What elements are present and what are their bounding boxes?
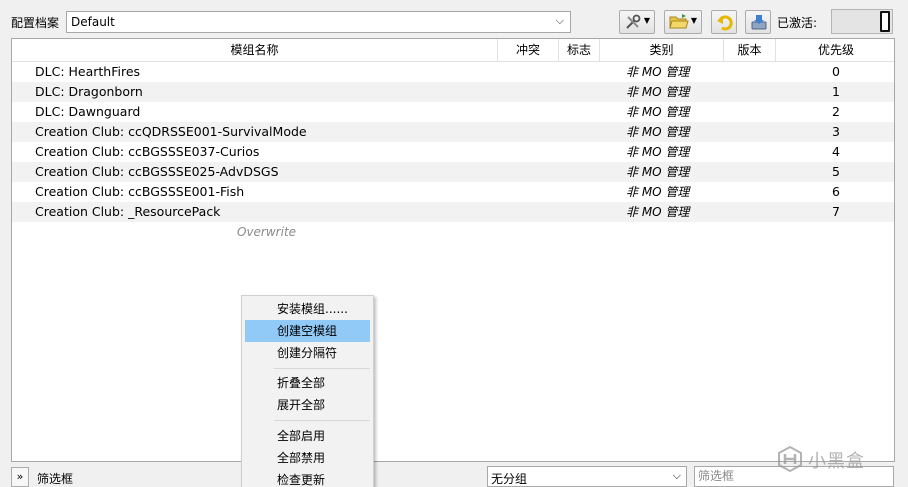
mod-name: Creation Club: _ResourcePack	[35, 204, 221, 219]
menu-item-check-updates[interactable]: 检查更新	[245, 469, 370, 487]
mod-priority: 7	[832, 204, 840, 219]
download-icon	[750, 13, 768, 36]
top-toolbar: 配置档案 Default ⌵ ▼ ▼ 已激活:	[0, 0, 908, 40]
group-select[interactable]: 无分组 ⌵	[487, 466, 687, 487]
download-button[interactable]	[745, 10, 771, 34]
mod-category: 非 MO 管理	[626, 125, 690, 139]
mod-priority: 4	[832, 144, 840, 159]
column-header-name[interactable]: 模组名称	[12, 39, 498, 62]
mod-list-header: 模组名称 冲突 标志 类别 版本 优先级	[12, 39, 894, 62]
menu-item-install-mod[interactable]: 安装模组......	[245, 298, 370, 320]
mod-name: DLC: HearthFires	[35, 64, 141, 79]
undo-icon	[716, 13, 734, 36]
undo-button[interactable]	[711, 10, 737, 34]
context-menu: 安装模组...... 创建空模组 创建分隔符 折叠全部 展开全部 全部启用 全部…	[241, 295, 374, 487]
mod-priority: 3	[832, 124, 840, 139]
tools-button[interactable]: ▼	[619, 10, 655, 34]
mod-row[interactable]: DLC: Dragonborn 非 MO 管理 1	[12, 82, 894, 102]
mod-category: 非 MO 管理	[626, 205, 690, 219]
profile-select[interactable]: Default ⌵	[66, 11, 571, 33]
tools-icon	[624, 13, 642, 36]
dropdown-arrow-icon: ▼	[690, 16, 697, 25]
mod-priority: 0	[832, 64, 840, 79]
filter-label: 筛选框	[37, 472, 74, 486]
profile-value: Default	[71, 15, 115, 29]
active-count-digit	[880, 11, 890, 32]
column-header-category[interactable]: 类别	[600, 39, 724, 62]
mod-name: DLC: Dawnguard	[35, 104, 141, 119]
column-header-conflicts[interactable]: 冲突	[498, 39, 559, 62]
menu-item-create-separator[interactable]: 创建分隔符	[245, 342, 370, 364]
mod-row[interactable]: DLC: Dawnguard 非 MO 管理 2	[12, 102, 894, 122]
mod-row[interactable]: Creation Club: _ResourcePack 非 MO 管理 7	[12, 202, 894, 222]
mod-category: 非 MO 管理	[626, 165, 690, 179]
dropdown-arrow-icon: ▼	[643, 16, 650, 25]
menu-item-enable-all[interactable]: 全部启用	[245, 425, 370, 447]
mod-category: 非 MO 管理	[626, 65, 690, 79]
chevron-down-icon: ⌵	[555, 14, 564, 27]
mod-row[interactable]: Creation Club: ccBGSSSE025-AdvDSGS 非 MO 管…	[12, 162, 894, 182]
menu-item-disable-all[interactable]: 全部禁用	[245, 447, 370, 469]
folder-icon	[669, 13, 689, 36]
mod-priority: 1	[832, 84, 840, 99]
mod-category: 非 MO 管理	[626, 145, 690, 159]
menu-separator	[274, 368, 370, 369]
menu-item-collapse-all[interactable]: 折叠全部	[245, 372, 370, 394]
overwrite-item[interactable]: Overwrite	[237, 225, 296, 239]
menu-item-expand-all[interactable]: 展开全部	[245, 394, 370, 416]
watermark: 小黑盒	[776, 445, 896, 475]
active-count-label: 已激活:	[777, 16, 818, 30]
watermark-text: 小黑盒	[808, 451, 865, 472]
expand-button[interactable]: »	[11, 467, 29, 487]
mod-row[interactable]: DLC: HearthFires 非 MO 管理 0	[12, 62, 894, 82]
column-header-priority[interactable]: 优先级	[776, 39, 894, 62]
column-header-version[interactable]: 版本	[724, 39, 776, 62]
profile-label: 配置档案	[11, 16, 60, 30]
mod-name: Creation Club: ccBGSSSE037-Curios	[35, 144, 260, 159]
mod-list[interactable]: 模组名称 冲突 标志 类别 版本 优先级 DLC: HearthFires 非 M…	[11, 38, 895, 462]
bottom-bar: » 筛选框 无分组 ⌵ 筛选框	[0, 464, 908, 487]
mod-priority: 6	[832, 184, 840, 199]
mod-priority: 2	[832, 104, 840, 119]
active-count-display	[831, 9, 893, 34]
mod-row[interactable]: Creation Club: ccBGSSSE001-Fish 非 MO 管理 6	[12, 182, 894, 202]
menu-item-create-empty-mod[interactable]: 创建空模组	[245, 320, 370, 342]
mod-name: Creation Club: ccBGSSSE025-AdvDSGS	[35, 164, 279, 179]
mod-category: 非 MO 管理	[626, 185, 690, 199]
mod-name: DLC: Dragonborn	[35, 84, 143, 99]
open-folder-button[interactable]: ▼	[664, 10, 702, 34]
mod-category: 非 MO 管理	[626, 105, 690, 119]
mod-name: Creation Club: ccQDRSSE001-SurvivalMode	[35, 124, 307, 139]
mod-row[interactable]: Creation Club: ccQDRSSE001-SurvivalMode 非…	[12, 122, 894, 142]
watermark-logo-icon	[776, 445, 804, 476]
menu-separator	[274, 420, 370, 421]
mod-category: 非 MO 管理	[626, 85, 690, 99]
column-header-flags[interactable]: 标志	[559, 39, 600, 62]
group-value: 无分组	[491, 472, 528, 486]
chevron-down-icon: ⌵	[672, 469, 681, 482]
mod-priority: 5	[832, 164, 840, 179]
mod-row[interactable]: Creation Club: ccBGSSSE037-Curios 非 MO 管理…	[12, 142, 894, 162]
mod-name: Creation Club: ccBGSSSE001-Fish	[35, 184, 245, 199]
